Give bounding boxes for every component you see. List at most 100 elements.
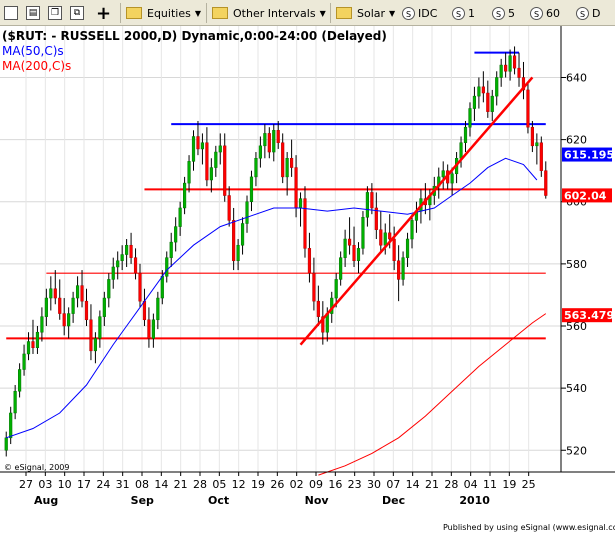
candle-body bbox=[504, 64, 508, 72]
candle-body bbox=[98, 316, 102, 339]
candle-body bbox=[53, 288, 57, 299]
interval-d[interactable]: S D bbox=[576, 4, 600, 22]
candle-body bbox=[196, 136, 200, 150]
candle-body bbox=[356, 248, 361, 262]
symbol-circle-icon: S bbox=[402, 6, 415, 20]
candle-body bbox=[294, 167, 298, 209]
folder-icon bbox=[336, 7, 352, 19]
other-intervals-menu[interactable]: Other Intervals ▼ bbox=[212, 4, 326, 22]
candle-body bbox=[499, 64, 503, 78]
x-tick-label: 31 bbox=[116, 478, 130, 491]
candle-body bbox=[535, 142, 539, 147]
y-tick-label: 520 bbox=[566, 444, 587, 457]
link-button[interactable]: ⧉ bbox=[70, 4, 84, 22]
x-tick-label: 19 bbox=[251, 478, 265, 491]
candle-body bbox=[214, 151, 218, 168]
copy-button[interactable]: ❐ bbox=[48, 4, 62, 22]
candle-body bbox=[107, 279, 111, 299]
solar-menu[interactable]: Solar ▼ bbox=[336, 4, 395, 22]
candle-body bbox=[183, 182, 187, 209]
print-icon: ▤ bbox=[26, 6, 40, 20]
x-tick-label: 04 bbox=[464, 478, 478, 491]
symbol-circle-icon: S bbox=[530, 6, 543, 20]
candle-body bbox=[174, 226, 178, 243]
interval-5[interactable]: S 5 bbox=[492, 4, 515, 22]
credit-left: © eSignal, 2009 bbox=[4, 463, 69, 472]
month-label: Dec bbox=[382, 494, 405, 507]
x-tick-label: 26 bbox=[270, 478, 284, 491]
credit-right: Published by using eSignal (www.esignal.… bbox=[443, 523, 615, 532]
candle-body bbox=[209, 167, 213, 181]
candle-body bbox=[388, 232, 392, 240]
x-tick-label: 19 bbox=[502, 478, 516, 491]
candle-body bbox=[481, 86, 485, 94]
candle-body bbox=[200, 142, 205, 150]
equities-label: Equities bbox=[147, 6, 191, 20]
chart[interactable]: 520540560580600620640 615.195602.04563.4… bbox=[0, 26, 615, 534]
x-tick-label: 16 bbox=[328, 478, 342, 491]
candle-body bbox=[530, 126, 534, 147]
candle-body bbox=[468, 108, 472, 128]
candle-body bbox=[392, 238, 396, 262]
candle-body bbox=[44, 297, 48, 317]
ticker-box[interactable] bbox=[4, 4, 18, 22]
x-tick-label: 17 bbox=[77, 478, 91, 491]
candle-body bbox=[116, 260, 120, 268]
candle-body bbox=[151, 319, 155, 339]
candle-body bbox=[4, 437, 8, 451]
interval-60[interactable]: S 60 bbox=[530, 4, 560, 22]
candle-body bbox=[539, 142, 543, 171]
interval-idc[interactable]: S IDC bbox=[402, 4, 437, 22]
folder-icon bbox=[126, 7, 142, 19]
price-tag-label: 602.04 bbox=[564, 189, 607, 202]
candle-body bbox=[80, 285, 84, 302]
interval-1[interactable]: S 1 bbox=[452, 4, 475, 22]
interval-60-label: 60 bbox=[546, 6, 560, 20]
candle-body bbox=[383, 232, 387, 246]
equities-menu[interactable]: Equities ▼ bbox=[126, 4, 201, 22]
candle-body bbox=[258, 145, 262, 159]
candle-body bbox=[312, 272, 316, 302]
candle-body bbox=[75, 285, 80, 299]
candle-body bbox=[290, 158, 294, 168]
candle-body bbox=[405, 238, 410, 258]
interval-idc-label: IDC bbox=[418, 6, 438, 20]
candle-body bbox=[374, 207, 378, 230]
candle-body bbox=[93, 338, 97, 352]
legend-ma200: MA(200,C)s bbox=[2, 59, 71, 73]
candle-body bbox=[18, 369, 22, 392]
candle-body bbox=[272, 130, 276, 153]
candle-body bbox=[13, 390, 17, 414]
y-tick-label: 640 bbox=[566, 71, 587, 84]
candle-body bbox=[102, 297, 106, 317]
candle-body bbox=[129, 244, 133, 258]
print-button[interactable]: ▤ bbox=[26, 4, 40, 22]
candle-body bbox=[463, 126, 468, 143]
symbol-circle-icon: S bbox=[492, 6, 505, 20]
x-tick-label: 02 bbox=[290, 478, 304, 491]
candle-body bbox=[71, 297, 75, 314]
candle-body bbox=[232, 220, 236, 262]
candle-body bbox=[147, 319, 151, 339]
solar-label: Solar bbox=[357, 6, 386, 20]
candle-body bbox=[84, 300, 89, 321]
month-label: Oct bbox=[208, 494, 229, 507]
chart-title: ($RUT: - RUSSELL 2000,D) Dynamic,0:00-24… bbox=[2, 29, 387, 43]
candle-body bbox=[26, 341, 31, 355]
candle-body bbox=[22, 353, 26, 370]
x-tick-label: 24 bbox=[96, 478, 110, 491]
y-tick-label: 540 bbox=[566, 382, 587, 395]
candle-body bbox=[89, 319, 93, 352]
candle-body bbox=[303, 198, 307, 249]
candle-body bbox=[307, 248, 312, 274]
add-button[interactable]: + bbox=[96, 3, 111, 24]
candle-body bbox=[441, 170, 445, 178]
candle-body bbox=[156, 297, 160, 321]
candle-body bbox=[125, 244, 129, 255]
dropdown-arrow-icon: ▼ bbox=[194, 8, 201, 18]
candle-body bbox=[133, 257, 138, 274]
candle-body bbox=[142, 300, 147, 321]
candle-body bbox=[227, 195, 231, 221]
candle-body bbox=[120, 254, 124, 262]
x-tick-label: 21 bbox=[425, 478, 439, 491]
